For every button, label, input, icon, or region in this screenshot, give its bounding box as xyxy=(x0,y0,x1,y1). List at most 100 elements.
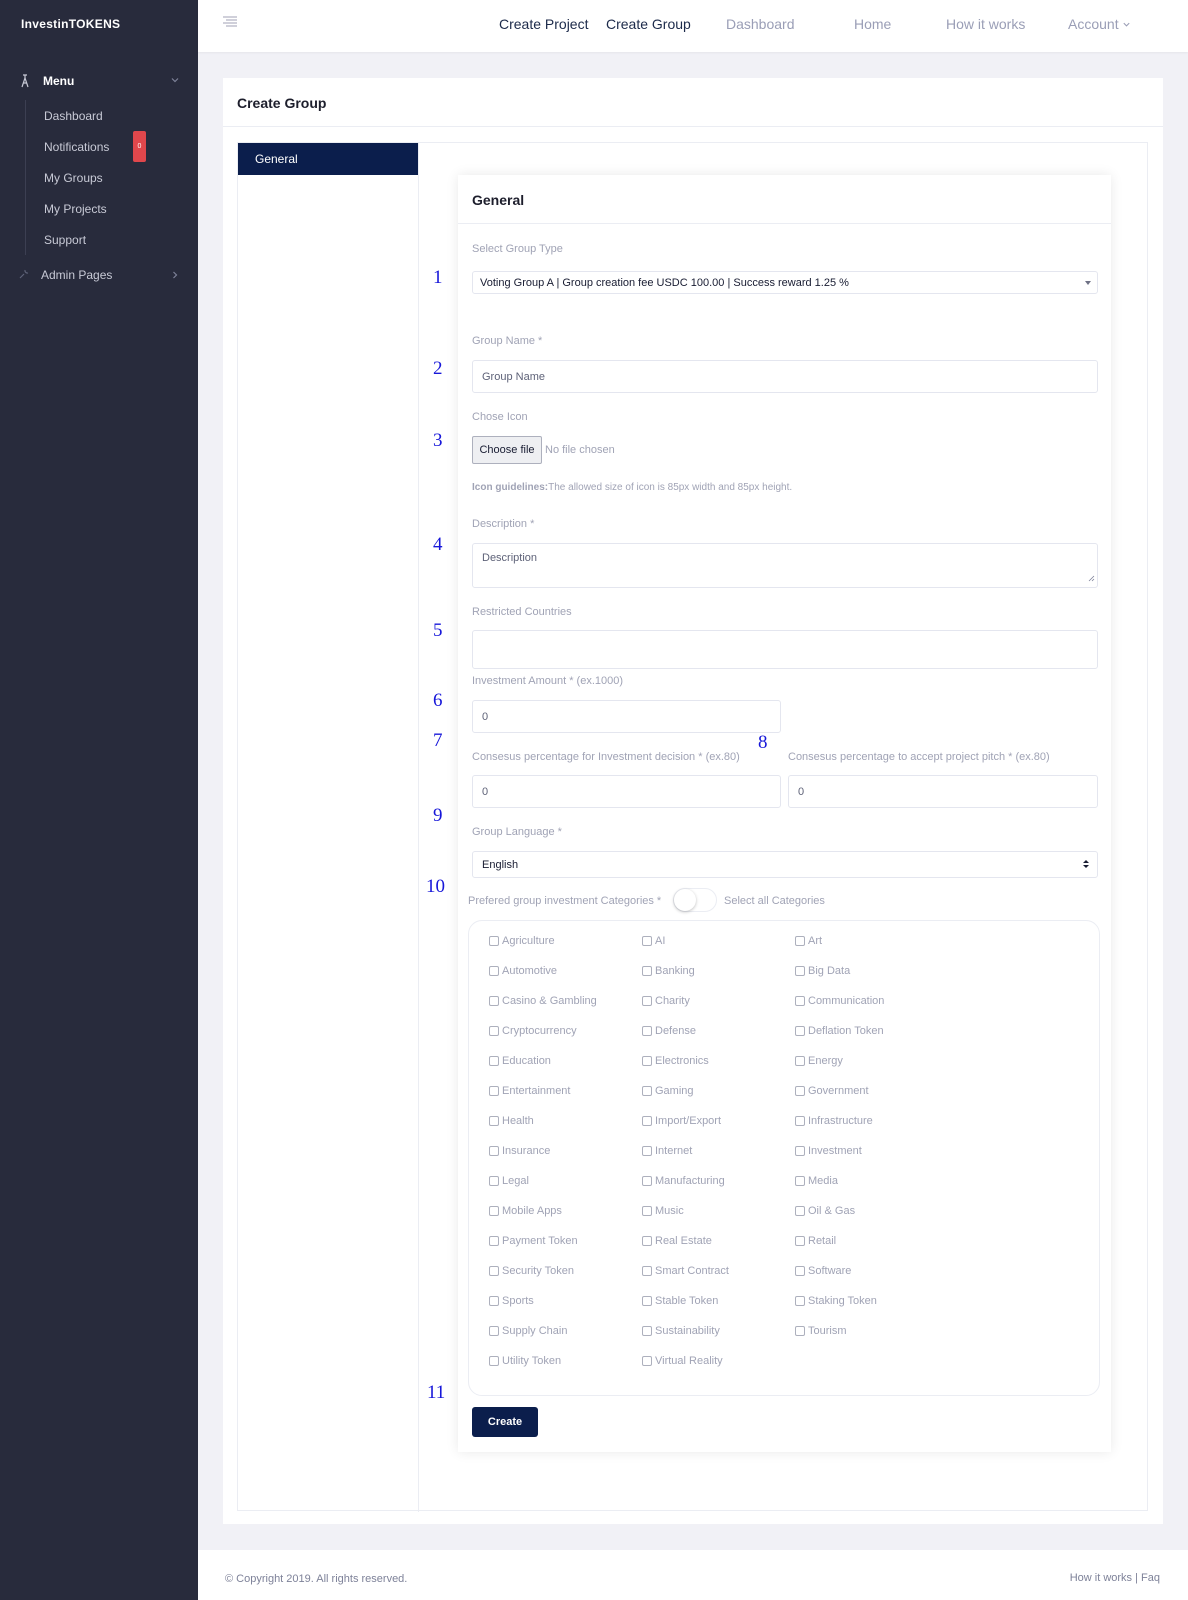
investment-amount-input[interactable]: 0 xyxy=(472,700,781,733)
footer-links[interactable]: How it works | Faq xyxy=(1070,1572,1160,1584)
restricted-countries-input[interactable] xyxy=(472,630,1098,669)
sidebar-item-admin-pages[interactable]: Admin Pages xyxy=(18,266,188,284)
nav-home[interactable]: Home xyxy=(854,16,891,32)
category-checkbox[interactable]: Cryptocurrency xyxy=(489,1025,577,1037)
resize-handle-icon[interactable] xyxy=(1088,573,1095,585)
checkbox-square[interactable] xyxy=(642,1356,652,1366)
category-checkbox[interactable]: Security Token xyxy=(489,1265,574,1277)
checkbox-square[interactable] xyxy=(795,1116,805,1126)
category-checkbox[interactable]: Virtual Reality xyxy=(642,1355,723,1367)
checkbox-square[interactable] xyxy=(489,1146,499,1156)
category-checkbox[interactable]: Casino & Gambling xyxy=(489,995,597,1007)
description-textarea[interactable]: Description xyxy=(472,543,1098,588)
checkbox-square[interactable] xyxy=(489,1026,499,1036)
checkbox-square[interactable] xyxy=(795,1326,805,1336)
category-checkbox[interactable]: Electronics xyxy=(642,1055,709,1067)
checkbox-square[interactable] xyxy=(795,1146,805,1156)
consensus-pitch-input[interactable]: 0 xyxy=(788,775,1098,808)
category-checkbox[interactable]: Education xyxy=(489,1055,551,1067)
checkbox-square[interactable] xyxy=(489,1356,499,1366)
group-type-select[interactable]: Voting Group A | Group creation fee USDC… xyxy=(472,271,1098,294)
nav-how-it-works[interactable]: How it works xyxy=(946,16,1025,32)
category-checkbox[interactable]: Entertainment xyxy=(489,1085,570,1097)
category-checkbox[interactable]: Investment xyxy=(795,1145,862,1157)
checkbox-square[interactable] xyxy=(795,1296,805,1306)
checkbox-square[interactable] xyxy=(489,936,499,946)
checkbox-square[interactable] xyxy=(489,1326,499,1336)
brand-logo[interactable]: InvestinTOKENS xyxy=(21,17,120,31)
category-checkbox[interactable]: Smart Contract xyxy=(642,1265,729,1277)
checkbox-square[interactable] xyxy=(642,1086,652,1096)
nav-create-project[interactable]: Create Project xyxy=(499,16,588,32)
checkbox-square[interactable] xyxy=(642,1146,652,1156)
category-checkbox[interactable]: Retail xyxy=(795,1235,836,1247)
category-checkbox[interactable]: Internet xyxy=(642,1145,692,1157)
category-checkbox[interactable]: Charity xyxy=(642,995,690,1007)
category-checkbox[interactable]: Import/Export xyxy=(642,1115,721,1127)
category-checkbox[interactable]: Art xyxy=(795,935,822,947)
nav-create-group[interactable]: Create Group xyxy=(606,16,691,32)
checkbox-square[interactable] xyxy=(642,936,652,946)
checkbox-square[interactable] xyxy=(489,1266,499,1276)
checkbox-square[interactable] xyxy=(489,966,499,976)
checkbox-square[interactable] xyxy=(489,1206,499,1216)
checkbox-square[interactable] xyxy=(642,1236,652,1246)
sidebar-item-my-projects[interactable]: My Projects xyxy=(26,193,185,224)
category-checkbox[interactable]: Software xyxy=(795,1265,851,1277)
category-checkbox[interactable]: Legal xyxy=(489,1175,529,1187)
category-checkbox[interactable]: Automotive xyxy=(489,965,557,977)
checkbox-square[interactable] xyxy=(795,966,805,976)
sidebar-item-notifications[interactable]: Notifications xyxy=(26,131,185,162)
checkbox-square[interactable] xyxy=(642,1266,652,1276)
category-checkbox[interactable]: Deflation Token xyxy=(795,1025,884,1037)
nav-account[interactable]: Account xyxy=(1068,16,1131,32)
checkbox-square[interactable] xyxy=(795,1206,805,1216)
choose-file-button[interactable]: Choose file xyxy=(472,436,542,464)
category-checkbox[interactable]: Defense xyxy=(642,1025,696,1037)
checkbox-square[interactable] xyxy=(489,1056,499,1066)
checkbox-square[interactable] xyxy=(795,936,805,946)
category-checkbox[interactable]: AI xyxy=(642,935,665,947)
checkbox-square[interactable] xyxy=(795,1056,805,1066)
category-checkbox[interactable]: Real Estate xyxy=(642,1235,712,1247)
category-checkbox[interactable]: Health xyxy=(489,1115,534,1127)
category-checkbox[interactable]: Oil & Gas xyxy=(795,1205,855,1217)
category-checkbox[interactable]: Tourism xyxy=(795,1325,847,1337)
category-checkbox[interactable]: Staking Token xyxy=(795,1295,877,1307)
checkbox-square[interactable] xyxy=(642,966,652,976)
checkbox-square[interactable] xyxy=(642,1176,652,1186)
checkbox-square[interactable] xyxy=(489,1236,499,1246)
category-checkbox[interactable]: Banking xyxy=(642,965,695,977)
create-button[interactable]: Create xyxy=(472,1407,538,1437)
checkbox-square[interactable] xyxy=(489,1086,499,1096)
category-checkbox[interactable]: Sports xyxy=(489,1295,534,1307)
select-all-toggle[interactable] xyxy=(673,888,717,912)
category-checkbox[interactable]: Agriculture xyxy=(489,935,555,947)
checkbox-square[interactable] xyxy=(795,996,805,1006)
group-name-input[interactable]: Group Name xyxy=(472,360,1098,393)
checkbox-square[interactable] xyxy=(642,996,652,1006)
category-checkbox[interactable]: Gaming xyxy=(642,1085,694,1097)
category-checkbox[interactable]: Insurance xyxy=(489,1145,550,1157)
consensus-investment-input[interactable]: 0 xyxy=(472,775,781,808)
category-checkbox[interactable]: Mobile Apps xyxy=(489,1205,562,1217)
category-checkbox[interactable]: Media xyxy=(795,1175,838,1187)
category-checkbox[interactable]: Payment Token xyxy=(489,1235,578,1247)
checkbox-square[interactable] xyxy=(642,1116,652,1126)
group-language-select[interactable]: English xyxy=(472,851,1098,878)
checkbox-square[interactable] xyxy=(795,1266,805,1276)
category-checkbox[interactable]: Infrastructure xyxy=(795,1115,873,1127)
category-checkbox[interactable]: Supply Chain xyxy=(489,1325,567,1337)
checkbox-square[interactable] xyxy=(795,1086,805,1096)
checkbox-square[interactable] xyxy=(642,1326,652,1336)
checkbox-square[interactable] xyxy=(795,1236,805,1246)
category-checkbox[interactable]: Communication xyxy=(795,995,884,1007)
hamburger-icon[interactable] xyxy=(222,16,238,31)
category-checkbox[interactable]: Music xyxy=(642,1205,684,1217)
category-checkbox[interactable]: Utility Token xyxy=(489,1355,561,1367)
checkbox-square[interactable] xyxy=(489,1176,499,1186)
category-checkbox[interactable]: Energy xyxy=(795,1055,843,1067)
checkbox-square[interactable] xyxy=(795,1026,805,1036)
category-checkbox[interactable]: Manufacturing xyxy=(642,1175,725,1187)
sidebar-item-support[interactable]: Support xyxy=(26,224,185,255)
